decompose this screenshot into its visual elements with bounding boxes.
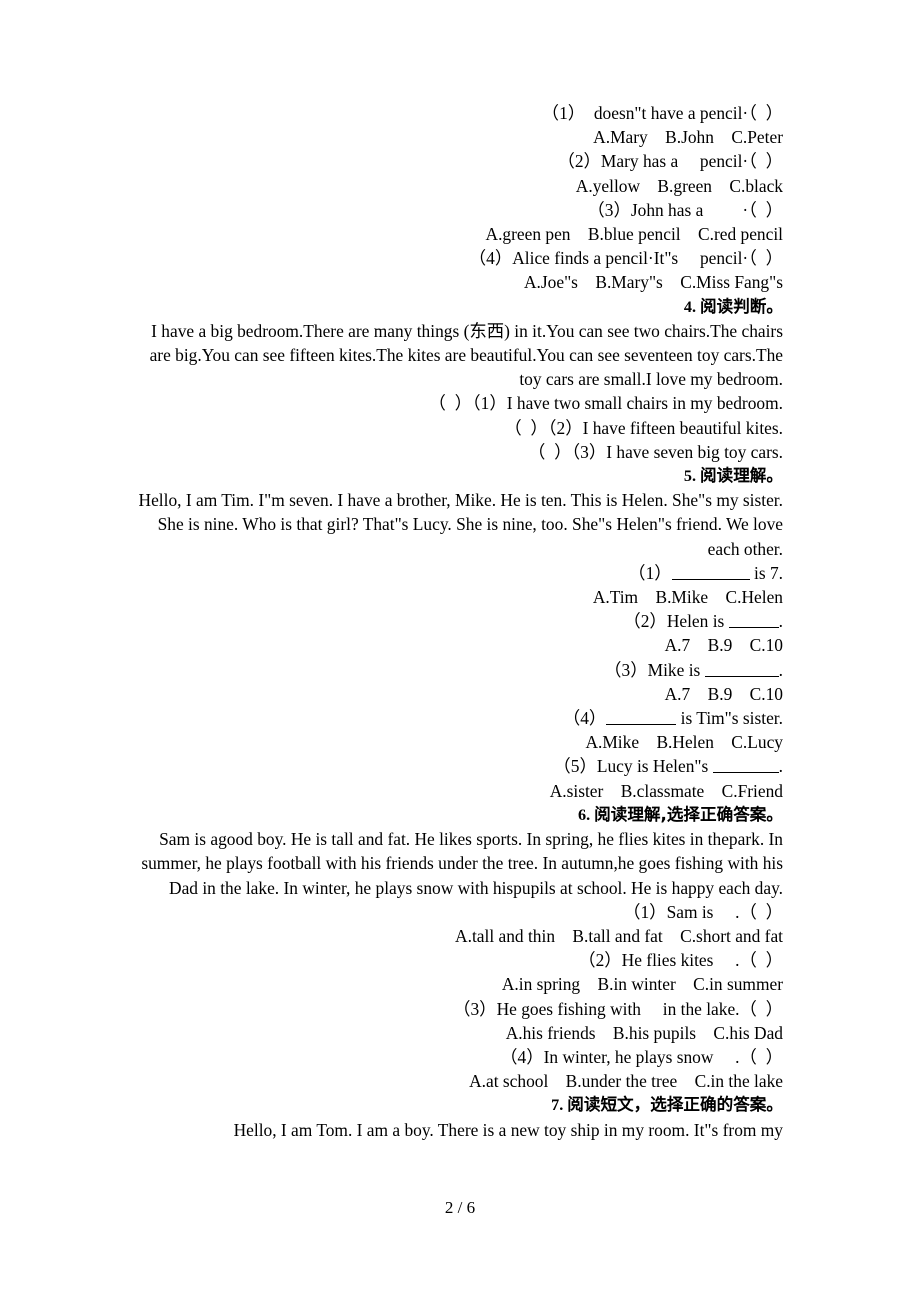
section-title: 阅读短文，选择正确的答案。 — [567, 1095, 783, 1115]
reading-passage: Hello, I am Tim. I"m seven. I have a bro… — [138, 490, 788, 559]
question-line: （1）Sam is .（ ） — [623, 901, 783, 922]
document-page: （1） doesn"t have a pencil·（ ） A.Mary B.Jo… — [0, 0, 920, 1302]
page-number: 2 / 6 — [444, 1198, 476, 1217]
reading-passage: Hello, I am Tom. I am a boy. There is a … — [233, 1119, 783, 1140]
section-number: 4. — [683, 297, 701, 316]
section-number: 5. — [683, 467, 701, 486]
question-line: （2）He flies kites .（ ） — [578, 950, 783, 971]
answer-options: A.green pen B.blue pencil C.red pencil — [485, 224, 783, 245]
question-line: （ ）（3）I have seven big toy cars. — [528, 441, 783, 462]
answer-options: A.his friends B.his pupils C.his Dad — [505, 1022, 783, 1043]
answer-options: A.7 B.9 C.10 — [664, 683, 783, 704]
section-title: 阅读理解,选择正确答案。 — [594, 804, 783, 824]
question-line: （4）In winter, he plays snow .（ ） — [500, 1046, 783, 1067]
answer-options: A.Mike B.Helen C.Lucy — [585, 732, 783, 753]
question-line: （3）John has a ·（ ） — [587, 199, 783, 220]
question-line: （4）Alice finds a pencil·It"s pencil·（ ） — [468, 248, 783, 269]
question-line: （1） is 7. — [135, 561, 783, 585]
section-number: 7. — [551, 1096, 568, 1115]
section-number: 6. — [577, 805, 595, 824]
answer-blank[interactable] — [712, 756, 779, 774]
question-prefix: （3）Mike is — [604, 659, 705, 680]
question-line: （1） doesn"t have a pencil·（ ） — [541, 103, 783, 123]
question-suffix: is Tim"s sister. — [676, 708, 783, 729]
question-line: （4） is Tim"s sister. — [135, 706, 783, 730]
question-line: （5）Lucy is Helen"s . — [135, 754, 783, 778]
question-prefix: （2）Helen is — [623, 611, 729, 632]
reading-passage: Sam is agood boy. He is tall and fat. He… — [141, 829, 788, 898]
question-suffix: . — [778, 611, 783, 632]
section-heading: 7. 阅读短文，选择正确的答案。 — [135, 1093, 783, 1117]
answer-options: A.Tim B.Mike C.Helen — [592, 587, 783, 608]
answer-blank[interactable] — [606, 708, 677, 726]
answer-options: A.Joe"s B.Mary"s C.Miss Fang"s — [524, 272, 783, 293]
question-prefix: （4） — [562, 708, 607, 729]
answer-blank[interactable] — [728, 611, 779, 629]
section-heading: 4. 阅读判断。 — [135, 295, 783, 319]
answer-blank[interactable] — [704, 659, 779, 677]
question-line: （3）Mike is . — [135, 658, 783, 682]
answer-options: A.in spring B.in winter C.in summer — [501, 974, 783, 995]
reading-passage: I have a big bedroom.There are many thin… — [149, 320, 788, 390]
question-line: （3）He goes fishing with in the lake.（ ） — [453, 998, 783, 1019]
question-suffix: . — [778, 756, 783, 777]
question-line: （ ）（2）I have fifteen beautiful kites. — [504, 417, 783, 438]
document-content: （1） doesn"t have a pencil·（ ） A.Mary B.Jo… — [135, 101, 783, 1142]
question-suffix: . — [778, 659, 783, 680]
answer-options: A.Mary B.John C.Peter — [593, 127, 783, 148]
question-line: （2）Mary has a pencil·（ ） — [557, 151, 783, 172]
question-line: （ ）（1）I have two small chairs in my bedr… — [428, 393, 783, 414]
section-heading: 5. 阅读理解。 — [135, 464, 783, 488]
answer-options: A.at school B.under the tree C.in the la… — [469, 1071, 783, 1092]
answer-options: A.7 B.9 C.10 — [664, 635, 783, 656]
section-title: 阅读判断。 — [700, 296, 783, 316]
section-title: 阅读理解。 — [700, 466, 783, 486]
answer-blank[interactable] — [671, 562, 750, 580]
question-line: （2）Helen is . — [135, 609, 783, 633]
answer-options: A.sister B.classmate C.Friend — [549, 780, 783, 801]
section-heading: 6. 阅读理解,选择正确答案。 — [135, 803, 783, 827]
question-prefix: （5）Lucy is Helen"s — [553, 756, 713, 777]
answer-options: A.yellow B.green C.black — [575, 175, 783, 196]
question-prefix: （1） — [628, 562, 672, 583]
answer-options: A.tall and thin B.tall and fat C.short a… — [455, 925, 783, 946]
question-suffix: is 7. — [749, 562, 783, 583]
